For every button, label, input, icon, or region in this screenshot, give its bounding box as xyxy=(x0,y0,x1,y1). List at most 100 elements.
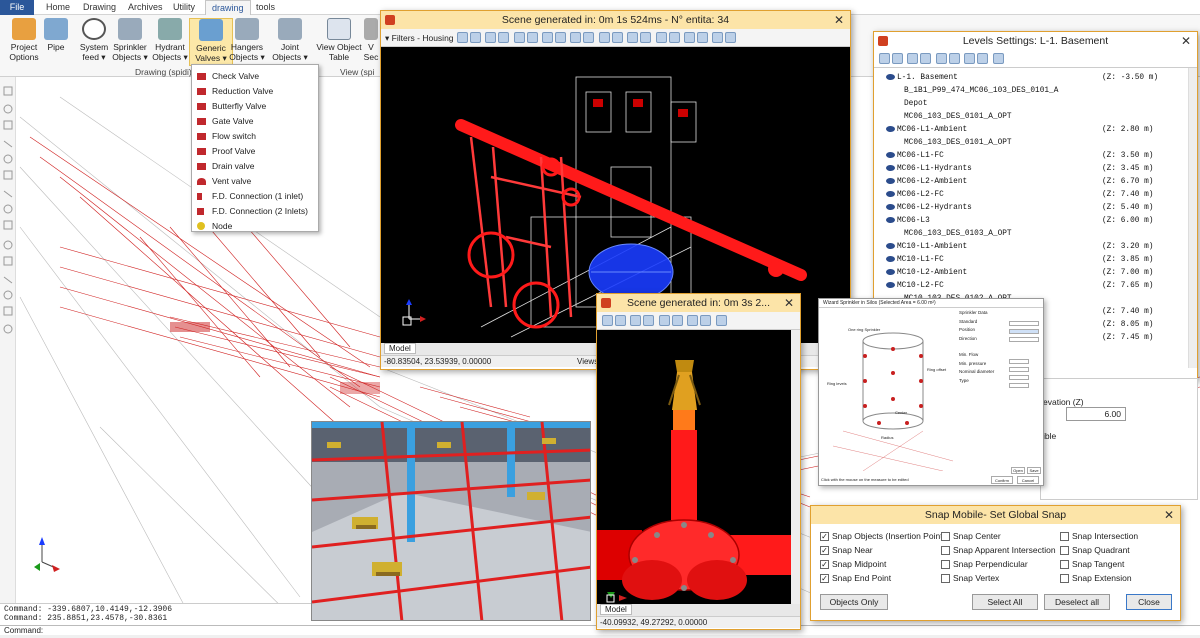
scene-viewport-2[interactable] xyxy=(597,330,800,604)
level-row[interactable]: MC06-L1-FC (Z: 3.50 m) xyxy=(886,150,1153,163)
eye-icon[interactable] xyxy=(886,73,895,80)
cube-icon[interactable] xyxy=(598,32,610,43)
cube-icon[interactable] xyxy=(526,32,538,43)
scene2-scrollbar[interactable] xyxy=(791,330,800,604)
cube-icon[interactable] xyxy=(643,315,655,326)
layer-icon[interactable] xyxy=(907,53,919,64)
cube-icon[interactable] xyxy=(630,315,642,326)
objects-only-button[interactable]: Objects Only xyxy=(820,594,888,610)
text-icon[interactable] xyxy=(879,53,890,64)
menu-item-gate-valve[interactable]: Gate Valve xyxy=(192,114,318,129)
level-row[interactable]: MC06-L2-FC (Z: 7.40 m) xyxy=(886,189,1153,202)
checkbox[interactable] xyxy=(1060,546,1069,556)
eye-icon[interactable] xyxy=(886,125,895,132)
close-button[interactable]: Close xyxy=(1126,594,1172,610)
cube-icon[interactable] xyxy=(658,315,670,326)
direction-select[interactable] xyxy=(1009,337,1039,342)
filter-dropdown[interactable]: ▾ Filters - Housing xyxy=(385,33,454,43)
open-button[interactable]: Open xyxy=(1011,467,1025,474)
snap-center-checkbox[interactable]: Snap Center xyxy=(941,531,1001,542)
snap-end-point-checkbox[interactable]: ✓ Snap End Point xyxy=(820,573,891,584)
checkbox[interactable] xyxy=(941,532,950,542)
snap-intersection-checkbox[interactable]: Snap Intersection xyxy=(1060,531,1138,542)
deselect-all-button[interactable]: Deselect all xyxy=(1044,594,1110,610)
cube-icon[interactable] xyxy=(627,32,639,43)
eye-icon[interactable] xyxy=(886,255,895,262)
close-icon[interactable]: ✕ xyxy=(828,11,850,29)
level-row[interactable]: MC10-L2-FC (Z: 7.65 m) xyxy=(886,280,1153,293)
checkbox[interactable] xyxy=(1060,560,1069,570)
sprinkler-objects-button[interactable]: Sprinkler Objects ▾ xyxy=(108,18,152,66)
view-icon[interactable] xyxy=(469,32,481,43)
zoom-out-icon[interactable] xyxy=(683,32,695,43)
layer-icon[interactable] xyxy=(948,53,960,64)
layer-icon[interactable] xyxy=(964,53,976,64)
level-row[interactable]: L-1. Basement (Z: -3.50 m) xyxy=(886,72,1158,85)
snap-tangent-checkbox[interactable]: Snap Tangent xyxy=(1060,559,1124,570)
checkbox[interactable] xyxy=(941,574,950,584)
level-row[interactable]: MC06_103_DES_0101_A_OPT xyxy=(904,111,1012,124)
level-row[interactable]: MC06-L2-Ambient (Z: 6.70 m) xyxy=(886,176,1153,189)
cube-icon[interactable] xyxy=(687,315,699,326)
eye-icon[interactable] xyxy=(886,216,895,223)
level-row[interactable]: MC06-L1-Hydrants (Z: 3.45 m) xyxy=(886,163,1153,176)
menu-item-fd-connection-1[interactable]: F.D. Connection (1 inlet) xyxy=(192,189,318,204)
cube-icon[interactable] xyxy=(655,32,667,43)
tab-drawing[interactable]: Drawing xyxy=(77,0,122,15)
close-icon[interactable]: ✕ xyxy=(778,294,800,312)
select-all-button[interactable]: Select All xyxy=(972,594,1038,610)
standard-select[interactable] xyxy=(1009,321,1039,326)
tab-drawing-context[interactable]: drawing xyxy=(205,0,251,15)
snap-midpoint-checkbox[interactable]: ✓ Snap Midpoint xyxy=(820,559,886,570)
checkbox[interactable] xyxy=(1060,532,1069,542)
rotate-icon[interactable] xyxy=(715,315,727,326)
checkbox-checked[interactable]: ✓ xyxy=(820,532,829,542)
level-row[interactable]: Depot xyxy=(904,98,927,111)
tab-home[interactable]: Home xyxy=(40,0,76,15)
eye-icon[interactable] xyxy=(886,190,895,197)
pan-icon[interactable] xyxy=(712,32,724,43)
level-row[interactable]: MC06_103_DES_0101_A_OPT xyxy=(904,137,1012,150)
tab-archives[interactable]: Archives xyxy=(122,0,169,15)
file-menu[interactable]: File xyxy=(0,0,34,15)
hangers-objects-button[interactable]: Hangers Objects ▾ xyxy=(227,18,267,66)
cancel-button[interactable]: Cancel xyxy=(1017,476,1039,484)
level-row[interactable]: MC10-L2-Ambient (Z: 7.00 m) xyxy=(886,267,1153,280)
cube-icon[interactable] xyxy=(542,32,554,43)
eye-icon[interactable] xyxy=(886,203,895,210)
eye-icon[interactable] xyxy=(886,151,895,158)
snap-perpendicular-checkbox[interactable]: Snap Perpendicular xyxy=(941,559,1028,570)
checkbox[interactable] xyxy=(1060,574,1069,584)
view-object-table-button[interactable]: View Object Table xyxy=(315,18,363,66)
cube-icon[interactable] xyxy=(700,315,712,326)
snap-vertex-checkbox[interactable]: Snap Vertex xyxy=(941,573,999,584)
level-row[interactable]: MC06-L1-Ambient (Z: 2.80 m) xyxy=(886,124,1153,137)
layer-icon[interactable] xyxy=(977,53,989,64)
menu-item-reduction-valve[interactable]: Reduction Valve xyxy=(192,84,318,99)
rotate-icon[interactable] xyxy=(725,32,737,43)
cube-icon[interactable] xyxy=(555,32,567,43)
snap-extension-checkbox[interactable]: Snap Extension xyxy=(1060,573,1132,584)
position-select[interactable] xyxy=(1009,329,1039,334)
eye-icon[interactable] xyxy=(886,164,895,171)
menu-item-butterfly-valve[interactable]: Butterfly Valve xyxy=(192,99,318,114)
menu-item-vent-valve[interactable]: Vent valve xyxy=(192,174,318,189)
hydrant-objects-button[interactable]: Hydrant Objects ▾ xyxy=(148,18,192,66)
cube-icon[interactable] xyxy=(498,32,510,43)
eye-icon[interactable] xyxy=(886,177,895,184)
levels-scrollbar[interactable] xyxy=(1188,68,1197,368)
zoom-icon[interactable] xyxy=(696,32,708,43)
checkbox[interactable] xyxy=(941,546,950,556)
cube-icon[interactable] xyxy=(640,32,652,43)
menu-item-node[interactable]: Node xyxy=(192,219,318,234)
confirm-button[interactable]: Confirm xyxy=(991,476,1013,484)
min-pressure-input[interactable] xyxy=(1009,367,1029,372)
eye-icon[interactable] xyxy=(886,268,895,275)
cube-icon[interactable] xyxy=(611,32,623,43)
eye-icon[interactable] xyxy=(992,53,1004,64)
elevation-input[interactable]: 6.00 xyxy=(1066,407,1126,421)
joint-objects-button[interactable]: Joint Objects ▾ xyxy=(268,18,312,66)
level-row[interactable]: B_1B1_P99_474_MC06_103_DES_0101_A xyxy=(904,85,1058,98)
view-icon[interactable] xyxy=(615,315,626,326)
menu-item-check-valve[interactable]: Check Valve xyxy=(192,69,318,84)
